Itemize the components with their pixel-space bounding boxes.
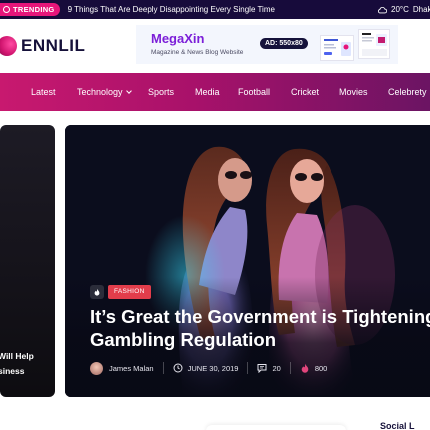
hero-title[interactable]: It’s Great the Government is Tightening … bbox=[90, 305, 430, 351]
nav-item-celebrety[interactable]: Celebrety bbox=[388, 73, 427, 111]
nav-item-football[interactable]: Football bbox=[238, 73, 270, 111]
meta-divider bbox=[162, 362, 164, 374]
comment-icon bbox=[257, 364, 267, 373]
temperature: 20°C bbox=[391, 5, 409, 14]
ad-title: MegaXin bbox=[151, 31, 205, 46]
logo-mark-icon bbox=[0, 36, 17, 56]
meta-divider bbox=[289, 362, 291, 374]
social-links-title: Social L bbox=[380, 421, 415, 430]
top-bar: TRENDING 9 Things That Are Deeply Disapp… bbox=[0, 0, 430, 19]
category-badge[interactable]: FASHION bbox=[108, 285, 151, 299]
chevron-down-icon bbox=[125, 88, 132, 94]
trending-label: TRENDING bbox=[13, 5, 55, 14]
weather-widget: 20°C Dhaka bbox=[377, 0, 430, 19]
previous-slide-title: Will Help siness bbox=[0, 349, 34, 379]
section-tab bbox=[206, 425, 346, 430]
main-content: Will Help siness FASHION It’s Great the … bbox=[0, 111, 430, 430]
post-date: JUNE 30, 2019 bbox=[187, 363, 239, 373]
header-ad-banner[interactable]: MegaXin Magazine & News Blog Website AD:… bbox=[136, 25, 398, 64]
previous-slide-card[interactable]: Will Help siness bbox=[0, 125, 55, 397]
hero-slide[interactable]: FASHION It’s Great the Government is Tig… bbox=[65, 125, 430, 397]
fire-icon bbox=[301, 363, 309, 373]
logo-text: ENNLIL bbox=[21, 36, 86, 55]
city-name: Dhaka bbox=[412, 5, 430, 14]
site-logo[interactable]: ENNLIL bbox=[0, 36, 85, 56]
nav-item-cricket[interactable]: Cricket bbox=[291, 73, 319, 111]
ad-subtitle: Magazine & News Blog Website bbox=[151, 49, 244, 56]
clock-icon bbox=[173, 363, 183, 373]
view-count: 800 bbox=[314, 363, 328, 373]
ad-preview-image bbox=[320, 35, 354, 61]
nav-item-technology[interactable]: Technology bbox=[77, 73, 132, 111]
nav-item-sports[interactable]: Sports bbox=[148, 73, 174, 111]
main-navigation: Latest Technology Sports Media Football … bbox=[0, 73, 430, 111]
ad-preview-image-2 bbox=[358, 29, 390, 59]
post-meta: James Malan JUNE 30, 2019 20 800 bbox=[90, 361, 327, 375]
trending-headline-link[interactable]: 9 Things That Are Deeply Disappointing E… bbox=[68, 5, 275, 14]
previous-slide-title-line2: siness bbox=[0, 366, 25, 376]
trending-fire-icon bbox=[90, 285, 104, 299]
nav-item-latest[interactable]: Latest bbox=[31, 73, 56, 111]
avatar bbox=[90, 361, 103, 375]
trending-icon bbox=[3, 6, 10, 13]
nav-item-technology-label: Technology bbox=[77, 87, 123, 97]
nav-item-movies[interactable]: Movies bbox=[339, 73, 368, 111]
previous-slide-title-line1: Will Help bbox=[0, 351, 34, 361]
meta-divider bbox=[247, 362, 249, 374]
ad-size-badge: AD: 550x80 bbox=[260, 38, 308, 49]
comment-count[interactable]: 20 bbox=[272, 364, 280, 373]
trending-badge: TRENDING bbox=[0, 3, 60, 16]
author-name[interactable]: James Malan bbox=[109, 364, 154, 373]
site-header: ENNLIL MegaXin Magazine & News Blog Webs… bbox=[0, 19, 430, 73]
cloud-icon bbox=[377, 6, 387, 13]
nav-item-media[interactable]: Media bbox=[195, 73, 220, 111]
